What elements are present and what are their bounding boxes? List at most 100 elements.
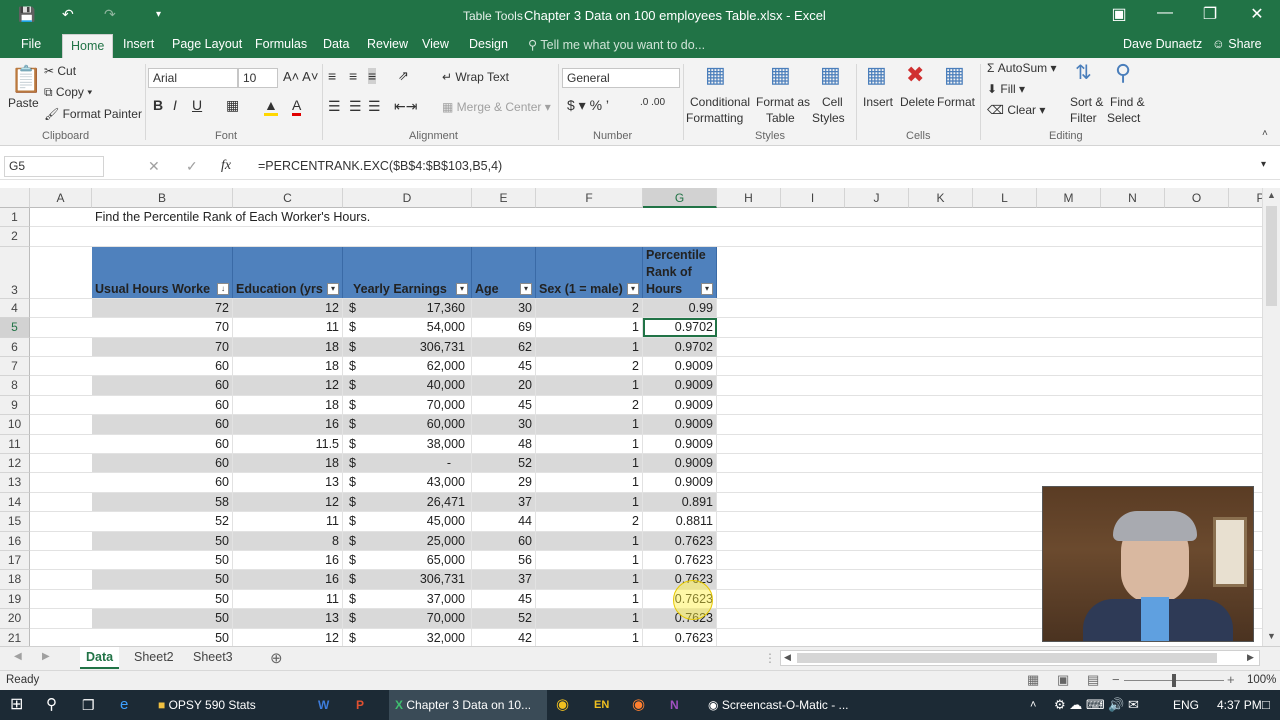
- cell-age[interactable]: 30: [472, 298, 536, 318]
- cell-percentile-rank[interactable]: 0.9009: [643, 473, 717, 492]
- cell-age[interactable]: 20: [472, 376, 536, 395]
- align-top-icon[interactable]: ≡: [328, 68, 336, 84]
- cell-hours[interactable]: 60: [92, 454, 233, 473]
- autosum-button[interactable]: Σ AutoSum ▾: [987, 61, 1056, 75]
- cell-education[interactable]: 11: [233, 512, 343, 531]
- cell-percentile-rank[interactable]: 0.891: [643, 492, 717, 512]
- row-header-14[interactable]: 14: [0, 492, 30, 513]
- cell-hours[interactable]: 50: [92, 609, 233, 628]
- cancel-icon[interactable]: ✕: [148, 158, 160, 175]
- formula-input[interactable]: =PERCENTRANK.EXC($B$4:$B$103,B5,4): [258, 159, 502, 173]
- cell-age[interactable]: 29: [472, 473, 536, 492]
- language-indicator[interactable]: ENG: [1173, 690, 1199, 720]
- tray-icons[interactable]: ⚙ ☁ ⌨ 🔊 ✉: [1054, 690, 1139, 720]
- align-center-icon[interactable]: ☰: [349, 98, 362, 115]
- vertical-scrollbar[interactable]: ▲ ▼: [1262, 188, 1280, 646]
- insert-cells-icon[interactable]: ▦: [866, 62, 887, 88]
- font-size-box[interactable]: 10: [238, 68, 278, 88]
- table-label[interactable]: Table: [766, 111, 795, 125]
- cell-percentile-rank[interactable]: 0.9009: [643, 395, 717, 415]
- column-header-n[interactable]: N: [1101, 188, 1165, 208]
- cell-age[interactable]: 37: [472, 570, 536, 589]
- column-header-b[interactable]: B: [92, 188, 233, 208]
- save-icon[interactable]: 💾: [18, 6, 35, 23]
- tray-overflow-icon[interactable]: ˄: [1030, 690, 1036, 720]
- column-header-i[interactable]: I: [781, 188, 845, 208]
- prev-sheet-icon[interactable]: ◀: [14, 651, 22, 662]
- find-label[interactable]: Find &: [1110, 95, 1145, 109]
- cell-age[interactable]: 37: [472, 492, 536, 512]
- cell-education[interactable]: 12: [233, 492, 343, 512]
- cell-hours[interactable]: 50: [92, 589, 233, 609]
- align-bottom-icon[interactable]: ≡: [368, 68, 377, 84]
- format-cells-label[interactable]: Format: [937, 95, 975, 109]
- cell-education[interactable]: 13: [233, 609, 343, 628]
- edge-icon[interactable]: e: [120, 690, 128, 720]
- row-header-20[interactable]: 20: [0, 609, 30, 629]
- cell-age[interactable]: 60: [472, 531, 536, 550]
- cell-hours[interactable]: 60: [92, 415, 233, 434]
- column-header-k[interactable]: K: [909, 188, 973, 208]
- cell-earnings[interactable]: $40,000: [343, 376, 472, 395]
- row-header-12[interactable]: 12: [0, 454, 30, 474]
- copy-button[interactable]: ⧉ Copy ▾: [44, 85, 92, 100]
- borders-icon[interactable]: ▦: [226, 97, 239, 114]
- cell-earnings[interactable]: $70,000: [343, 609, 472, 628]
- orientation-icon[interactable]: ⇗: [398, 68, 409, 84]
- number-format-box[interactable]: General: [562, 68, 680, 88]
- tab-splitter[interactable]: ⋮: [764, 651, 776, 665]
- row-header-2[interactable]: 2: [0, 227, 30, 247]
- row-header-3[interactable]: 3: [0, 246, 30, 299]
- cell-hours[interactable]: 52: [92, 512, 233, 531]
- cell-earnings[interactable]: $62,000: [343, 357, 472, 376]
- tab-home[interactable]: Home: [62, 34, 114, 58]
- horizontal-scrollbar[interactable]: ◀ ▶: [780, 650, 1260, 666]
- cell-sex[interactable]: 1: [536, 492, 643, 512]
- cell-earnings[interactable]: $65,000: [343, 551, 472, 570]
- cell-education[interactable]: 18: [233, 395, 343, 415]
- cell-sex[interactable]: 1: [536, 473, 643, 492]
- column-header-a[interactable]: A: [30, 188, 92, 208]
- cell-education[interactable]: 11: [233, 589, 343, 609]
- paste-button[interactable]: Paste: [8, 96, 39, 110]
- cell-sex[interactable]: 1: [536, 570, 643, 589]
- cell-hours[interactable]: 50: [92, 551, 233, 570]
- cell-age[interactable]: 52: [472, 609, 536, 628]
- active-cell-g5[interactable]: 0.9702: [643, 318, 717, 337]
- cell-age[interactable]: 45: [472, 395, 536, 415]
- cell-age[interactable]: 69: [472, 318, 536, 337]
- search-icon[interactable]: ⚲: [46, 690, 57, 720]
- conditional-formatting-icon[interactable]: ▦: [705, 62, 726, 88]
- minimize-icon[interactable]: —: [1150, 4, 1180, 22]
- chrome-icon[interactable]: ◉: [556, 690, 569, 720]
- row-header-13[interactable]: 13: [0, 473, 30, 493]
- cell-styles-icon[interactable]: ▦: [820, 62, 841, 88]
- powerpoint-icon[interactable]: P: [356, 690, 364, 720]
- cell-age[interactable]: 52: [472, 454, 536, 473]
- row-header-4[interactable]: 4: [0, 298, 30, 319]
- underline-icon[interactable]: U: [192, 97, 202, 113]
- paste-icon[interactable]: 📋: [10, 64, 42, 95]
- cell-hours[interactable]: 60: [92, 357, 233, 376]
- header-education[interactable]: Education (yrs ▾: [233, 246, 343, 298]
- cell-earnings[interactable]: $306,731: [343, 570, 472, 589]
- row-header-7[interactable]: 7: [0, 357, 30, 377]
- cell-hours[interactable]: 58: [92, 492, 233, 512]
- column-header-o[interactable]: O: [1165, 188, 1229, 208]
- row-header-17[interactable]: 17: [0, 551, 30, 571]
- insert-function-icon[interactable]: fx: [221, 158, 231, 174]
- tab-view[interactable]: View: [422, 37, 449, 51]
- row-header-9[interactable]: 9: [0, 395, 30, 416]
- cell-age[interactable]: 30: [472, 415, 536, 434]
- cell-education[interactable]: 12: [233, 376, 343, 395]
- row-header-1[interactable]: 1: [0, 208, 30, 228]
- undo-icon[interactable]: ↶: [62, 6, 74, 23]
- find-select-icon[interactable]: ⚲: [1115, 60, 1131, 86]
- cell-percentile-rank[interactable]: 0.8811: [643, 512, 717, 531]
- cell-percentile-rank[interactable]: 0.7623: [643, 531, 717, 550]
- cell-hours[interactable]: 60: [92, 473, 233, 492]
- scroll-right-icon[interactable]: ▶: [1247, 652, 1254, 663]
- task-view-icon[interactable]: ❐: [82, 690, 95, 720]
- zoom-slider-thumb[interactable]: [1172, 674, 1176, 687]
- cell-earnings[interactable]: $70,000: [343, 395, 472, 415]
